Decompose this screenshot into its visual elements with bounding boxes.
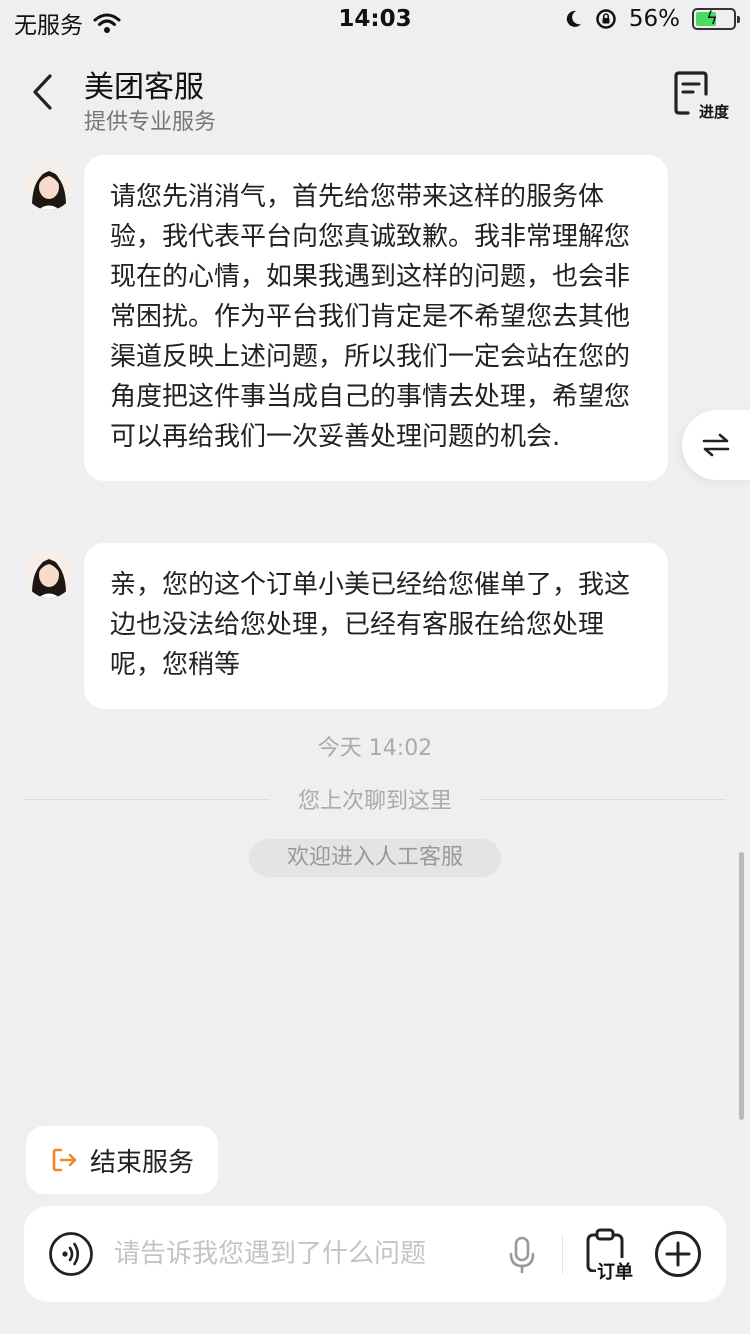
rotation-lock-icon xyxy=(596,9,616,29)
order-button[interactable]: 订单 xyxy=(584,1228,640,1284)
end-service-button[interactable]: 结束服务 xyxy=(26,1126,218,1194)
progress-button[interactable]: 进度 xyxy=(672,70,730,122)
scrollbar[interactable] xyxy=(739,852,744,1120)
battery-percent: 56% xyxy=(628,6,680,32)
message-input[interactable] xyxy=(114,1226,494,1282)
switch-button[interactable] xyxy=(682,410,750,480)
last-read-divider: 您上次聊到这里 xyxy=(24,784,727,814)
divider-line xyxy=(24,798,270,800)
agent-avatar-image xyxy=(24,548,74,598)
end-service-label: 结束服务 xyxy=(90,1147,195,1178)
plus-circle-icon xyxy=(655,1231,701,1277)
exit-icon xyxy=(52,1148,77,1172)
battery-icon: ϟ xyxy=(692,8,740,30)
chat-timestamp: 今天 14:02 xyxy=(317,736,433,761)
nav-header: 美团客服 提供专业服务 进度 xyxy=(0,54,750,140)
system-notice: 欢迎进入人工客服 xyxy=(249,839,501,877)
microphone-icon xyxy=(509,1236,535,1274)
moon-icon xyxy=(566,10,581,27)
message-bubble: 请您先消消气，首先给您带来这样的服务体验，我代表平台向您真诚致歉。我非常理解您现… xyxy=(84,155,668,481)
agent-avatar-image xyxy=(24,160,74,210)
last-read-text: 您上次聊到这里 xyxy=(298,789,453,814)
progress-label: 进度 xyxy=(697,101,730,122)
message-text: 请您先消消气，首先给您带来这样的服务体验，我代表平台向您真诚致歉。我非常理解您现… xyxy=(110,182,631,452)
divider-line xyxy=(480,798,727,800)
microphone-button[interactable] xyxy=(508,1236,536,1274)
status-right: 56% ϟ xyxy=(563,6,740,32)
voice-icon xyxy=(49,1232,93,1276)
agent-avatar xyxy=(24,160,74,210)
page-subtitle: 提供专业服务 xyxy=(84,110,217,135)
order-label: 订单 xyxy=(596,1258,634,1284)
swap-arrows-icon xyxy=(702,433,730,457)
message-text: 亲，您的这个订单小美已经给您催单了，我这边也没法给您处理，已经有客服在给您处理呢… xyxy=(110,570,631,680)
input-divider xyxy=(562,1234,563,1274)
chevron-left-icon xyxy=(33,74,52,110)
voice-mode-button[interactable] xyxy=(48,1231,94,1277)
charging-bolt-icon: ϟ xyxy=(706,8,718,29)
message-bubble: 亲，您的这个订单小美已经给您催单了，我这边也没法给您处理，已经有客服在给您处理呢… xyxy=(84,543,668,709)
status-bar: 无服务 14:03 56% ϟ xyxy=(0,0,750,44)
page-title: 美团客服 xyxy=(84,70,204,105)
agent-avatar xyxy=(24,548,74,598)
back-button[interactable] xyxy=(24,70,60,114)
more-button[interactable] xyxy=(654,1230,702,1278)
input-bar: 订单 xyxy=(24,1206,726,1302)
